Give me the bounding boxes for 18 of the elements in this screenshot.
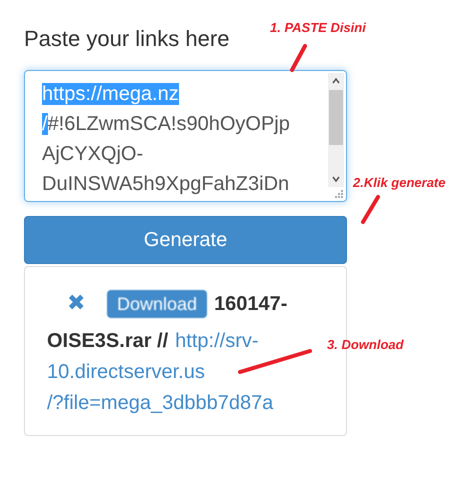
annotation-label: 2.Klik generate [353, 175, 446, 190]
download-button[interactable]: Download [107, 290, 208, 318]
scroll-down-icon[interactable] [332, 175, 340, 183]
file-name: 160147- [214, 292, 288, 317]
generate-button[interactable]: Generate [24, 216, 347, 264]
download-link[interactable]: http://srv- [175, 326, 259, 357]
annotation-label: 3. Download [327, 337, 404, 352]
annotation-stroke [290, 44, 307, 72]
file-name: OISE3S.rar // [47, 329, 168, 354]
download-link[interactable]: 10.directserver.us [47, 357, 205, 388]
resize-grip-icon[interactable] [334, 189, 344, 199]
scrollbar[interactable] [328, 73, 344, 187]
annotation-stroke [361, 195, 380, 224]
download-link[interactable]: /?file=mega_3dbbb7d87a [47, 388, 274, 419]
page-heading: Paste your links here [24, 26, 230, 52]
close-icon[interactable]: ✖ [67, 287, 85, 318]
annotation-label: 1. PASTE Disini [270, 20, 366, 35]
scroll-up-icon[interactable] [332, 77, 340, 85]
